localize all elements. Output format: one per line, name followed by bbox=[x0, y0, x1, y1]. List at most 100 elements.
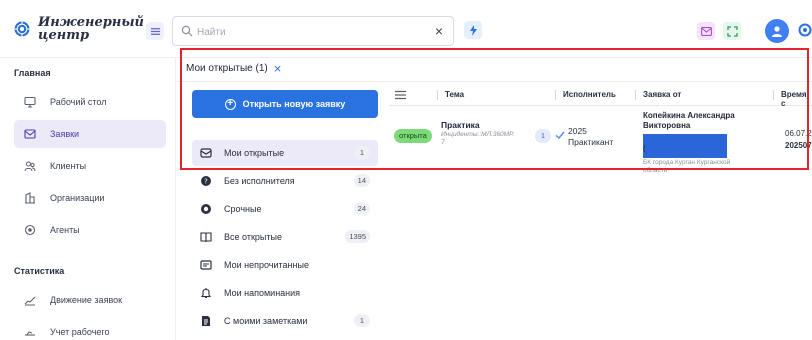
messages-button[interactable] bbox=[697, 22, 715, 40]
chart-line-icon bbox=[24, 296, 36, 306]
sidebar: Главная Рабочий стол Заявки Клиенты Орга… bbox=[0, 58, 176, 340]
breadcrumb-label: Мои открытые (1) bbox=[186, 63, 268, 74]
fullscreen-button[interactable] bbox=[723, 22, 741, 40]
filter-panel: + Открыть новую заявку Мои открытые 1 ? … bbox=[184, 84, 382, 340]
search-box[interactable]: × bbox=[172, 16, 454, 46]
search-icon bbox=[181, 25, 193, 37]
column-header-time[interactable]: Время с bbox=[781, 90, 812, 108]
sidebar-item-organizations[interactable]: Организации bbox=[14, 184, 166, 212]
row-time-date: 06.07.20 bbox=[785, 129, 812, 138]
search-input[interactable] bbox=[197, 23, 417, 41]
message-count-badge: 1 bbox=[535, 129, 551, 143]
users-icon bbox=[24, 161, 36, 172]
mail-icon bbox=[700, 26, 712, 36]
row-topic-category-line-1: Инциденты::МЛ.360МР. bbox=[441, 131, 515, 138]
filter-label: Без исполнителя bbox=[224, 176, 295, 186]
clock-icon bbox=[25, 331, 35, 336]
headset-icon bbox=[24, 224, 36, 236]
filter-label: Мои напоминания bbox=[224, 288, 301, 298]
filter-label: Мои открытые bbox=[224, 148, 285, 158]
app-logo[interactable]: Инженерный центр bbox=[14, 10, 144, 48]
filter-label: Мои непрочитанные bbox=[224, 260, 309, 270]
filter-unassigned[interactable]: ? Без исполнителя 14 bbox=[192, 168, 378, 194]
svg-text:?: ? bbox=[204, 178, 208, 186]
redacted-block bbox=[643, 134, 727, 158]
new-request-label: Открыть новую заявку bbox=[242, 99, 346, 109]
sidebar-item-label: Учет рабочего bbox=[50, 327, 110, 337]
column-header-topic[interactable]: Тема bbox=[445, 90, 464, 99]
table-header: Тема Исполнитель Заявка от Время с bbox=[389, 84, 812, 108]
new-request-button[interactable]: + Открыть новую заявку bbox=[192, 90, 378, 118]
row-executor-line-1: 2025 bbox=[568, 126, 587, 136]
row-requester-org: БК города Курган Курганской области bbox=[643, 159, 773, 175]
building-icon bbox=[25, 192, 35, 204]
row-requester-name: Копейкина Александра Викторовна bbox=[643, 111, 769, 131]
hamburger-icon bbox=[150, 27, 160, 35]
mail-icon bbox=[24, 129, 36, 139]
monitor-icon bbox=[24, 96, 36, 108]
row-topic-category: Инциденты::МЛ.360МР. 7 bbox=[441, 131, 533, 147]
sidebar-item-clients[interactable]: Клиенты bbox=[14, 152, 166, 180]
book-icon bbox=[200, 232, 212, 243]
sidebar-item-label: Организации bbox=[50, 193, 105, 203]
row-executor: 2025 Практикант bbox=[568, 126, 613, 148]
sidebar-item-agents[interactable]: Агенты bbox=[14, 216, 166, 244]
row-topic-category-line-2: 7 bbox=[441, 139, 445, 146]
breadcrumb: Мои открытые (1) × bbox=[186, 62, 282, 75]
user-avatar[interactable] bbox=[765, 19, 789, 43]
filter-my-reminders[interactable]: Мои напоминания bbox=[192, 280, 378, 306]
row-executor-line-2: Практикант bbox=[568, 137, 614, 147]
filter-my-notes[interactable]: С моими заметками 1 bbox=[192, 308, 378, 334]
filter-count: 1395 bbox=[345, 230, 370, 243]
column-separator bbox=[773, 90, 774, 100]
plus-icon: + bbox=[224, 98, 236, 110]
user-icon bbox=[772, 26, 782, 37]
menu-button[interactable] bbox=[146, 22, 164, 40]
top-bar: Инженерный центр × bbox=[0, 0, 812, 58]
sidebar-item-label: Агенты bbox=[50, 225, 80, 235]
row-requester-paren: ( bbox=[643, 144, 646, 153]
lightning-icon bbox=[469, 24, 477, 36]
divider bbox=[176, 81, 812, 82]
sidebar-item-desktop[interactable]: Рабочий стол bbox=[14, 88, 166, 116]
check-icon bbox=[555, 131, 565, 139]
column-header-executor[interactable]: Исполнитель bbox=[563, 90, 616, 99]
column-separator bbox=[635, 90, 636, 100]
clear-search-button[interactable]: × bbox=[435, 22, 443, 40]
filter-count: 24 bbox=[353, 202, 370, 215]
requests-table: Тема Исполнитель Заявка от Время с откры… bbox=[389, 84, 812, 214]
filter-count: 1 bbox=[354, 146, 370, 159]
sidebar-section-main: Главная bbox=[14, 68, 51, 78]
row-topic[interactable]: Практика bbox=[441, 120, 480, 130]
row-time-id: 2025070 bbox=[785, 141, 812, 150]
mail-icon bbox=[200, 148, 212, 158]
filter-my-unread[interactable]: Мои непрочитанные bbox=[192, 252, 378, 278]
row-requester-org-line-1: БК города Курган Курганской bbox=[643, 159, 731, 166]
quick-action-button[interactable] bbox=[464, 21, 482, 39]
bell-icon bbox=[200, 288, 212, 299]
filter-count: 14 bbox=[353, 174, 370, 187]
columns-menu-icon[interactable] bbox=[395, 90, 406, 100]
filter-all-open[interactable]: Все открытые 1395 bbox=[192, 224, 378, 250]
main-content: Мои открытые (1) × + Открыть новую заявк… bbox=[176, 58, 812, 340]
filter-label: Срочные bbox=[224, 204, 262, 214]
filter-count: 1 bbox=[354, 314, 370, 327]
sidebar-item-work-time[interactable]: Учет рабочего bbox=[14, 318, 166, 340]
logo-line-2: центр bbox=[38, 28, 90, 43]
settings-gear-icon[interactable] bbox=[797, 22, 812, 38]
table-row[interactable]: открыта Практика Инциденты::МЛ.360МР. 7 … bbox=[389, 108, 812, 174]
mail-unread-icon bbox=[200, 260, 212, 270]
filter-my-open[interactable]: Мои открытые 1 bbox=[192, 140, 378, 166]
filter-urgent[interactable]: Срочные 24 bbox=[192, 196, 378, 222]
column-header-from[interactable]: Заявка от bbox=[643, 90, 681, 99]
logo-text: Инженерный центр bbox=[38, 16, 144, 42]
row-requester-name-line-2: Викторовна bbox=[643, 121, 691, 130]
filter-label: Все открытые bbox=[224, 232, 282, 242]
sidebar-item-label: Движение заявок bbox=[50, 295, 123, 305]
note-icon bbox=[202, 316, 210, 326]
close-filter-button[interactable]: × bbox=[274, 62, 282, 75]
sidebar-item-label: Заявки bbox=[50, 129, 80, 139]
filter-label: С моими заметками bbox=[224, 316, 308, 326]
sidebar-item-requests[interactable]: Заявки bbox=[14, 120, 166, 148]
sidebar-item-request-flow[interactable]: Движение заявок bbox=[14, 286, 166, 314]
